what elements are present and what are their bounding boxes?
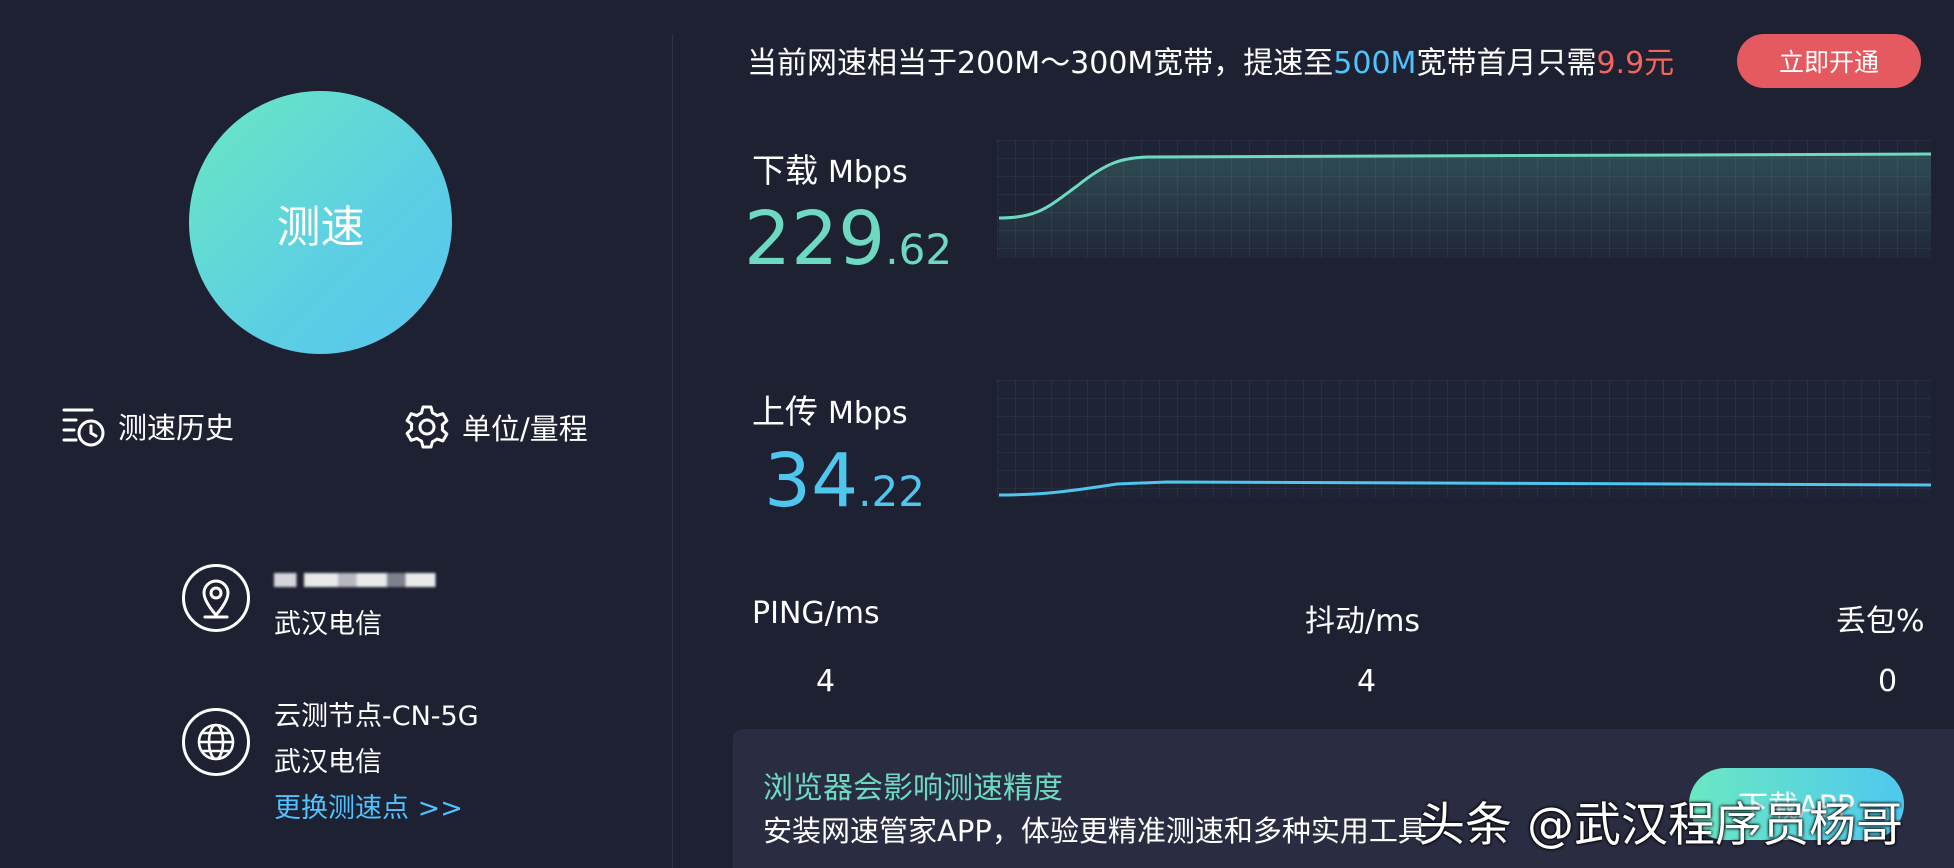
upload-label: 上传 Mbps <box>752 385 908 433</box>
ping-label: PING/ms <box>752 596 880 631</box>
download-speed: 229.62 <box>744 196 952 282</box>
settings-label: 单位/量程 <box>462 412 588 446</box>
download-speed-dec: .62 <box>885 225 953 274</box>
watermark: 头条 @武汉程序员杨哥 <box>1418 798 1903 853</box>
download-speed-int: 229 <box>744 196 886 282</box>
download-label: 下载 Mbps <box>752 144 908 192</box>
upload-speed: 34.22 <box>764 438 925 524</box>
start-test-button[interactable]: 测速 <box>189 91 452 354</box>
upload-speed-int: 34 <box>764 438 859 524</box>
node-isp: 武汉电信 <box>274 747 382 778</box>
jitter-value: 4 <box>1357 664 1377 699</box>
ip-isp: 武汉电信 <box>274 609 382 640</box>
loss-value: 0 <box>1878 664 1898 699</box>
upload-graph-line <box>998 480 1931 497</box>
upload-unit: Mbps <box>828 396 908 431</box>
upload-graph <box>997 380 1931 498</box>
history-icon <box>62 408 105 447</box>
upload-speed-dec: .22 <box>858 467 925 516</box>
history-label: 测速历史 <box>118 411 235 445</box>
gear-icon <box>405 405 449 449</box>
open-now-label: 立即开通 <box>1778 48 1879 77</box>
loss-label: 丢包% <box>1836 604 1925 639</box>
panel-divider <box>672 34 673 868</box>
node-name: 云测节点-CN-5G <box>274 701 479 732</box>
node-info: 云测节点-CN-5G 武汉电信 更换测速点 >> <box>182 701 479 832</box>
promo-prefix: 当前网速相当于200M～300M宽带，提速至 <box>747 46 1334 81</box>
notice-body: 安装网速管家APP，体验更精准测速和多种实用工具 <box>763 814 1427 848</box>
location-pin-icon <box>182 564 250 632</box>
globe-icon <box>182 708 250 776</box>
upload-title: 上传 <box>752 392 818 431</box>
download-graph <box>997 140 1931 258</box>
jitter-label: 抖动/ms <box>1305 604 1420 639</box>
ip-address-redacted <box>274 573 462 587</box>
open-now-button[interactable]: 立即开通 <box>1737 34 1921 88</box>
promo-banner: 当前网速相当于200M～300M宽带，提速至500M宽带首月只需9.9元 <box>747 38 1674 82</box>
ping-value: 4 <box>816 664 836 699</box>
promo-speed: 500M <box>1333 46 1417 81</box>
download-title: 下载 <box>752 151 818 190</box>
change-node-link[interactable]: 更换测速点 >> <box>274 786 479 832</box>
promo-price: 9.9元 <box>1596 46 1675 81</box>
notice-title: 浏览器会影响测速精度 <box>763 771 1063 806</box>
promo-middle: 宽带首月只需 <box>1416 46 1597 81</box>
ip-info: 武汉电信 <box>182 564 462 648</box>
history-button[interactable]: 测速历史 <box>62 404 234 448</box>
download-unit: Mbps <box>828 155 908 190</box>
start-test-label: 测速 <box>276 201 365 253</box>
settings-button[interactable]: 单位/量程 <box>404 404 588 450</box>
